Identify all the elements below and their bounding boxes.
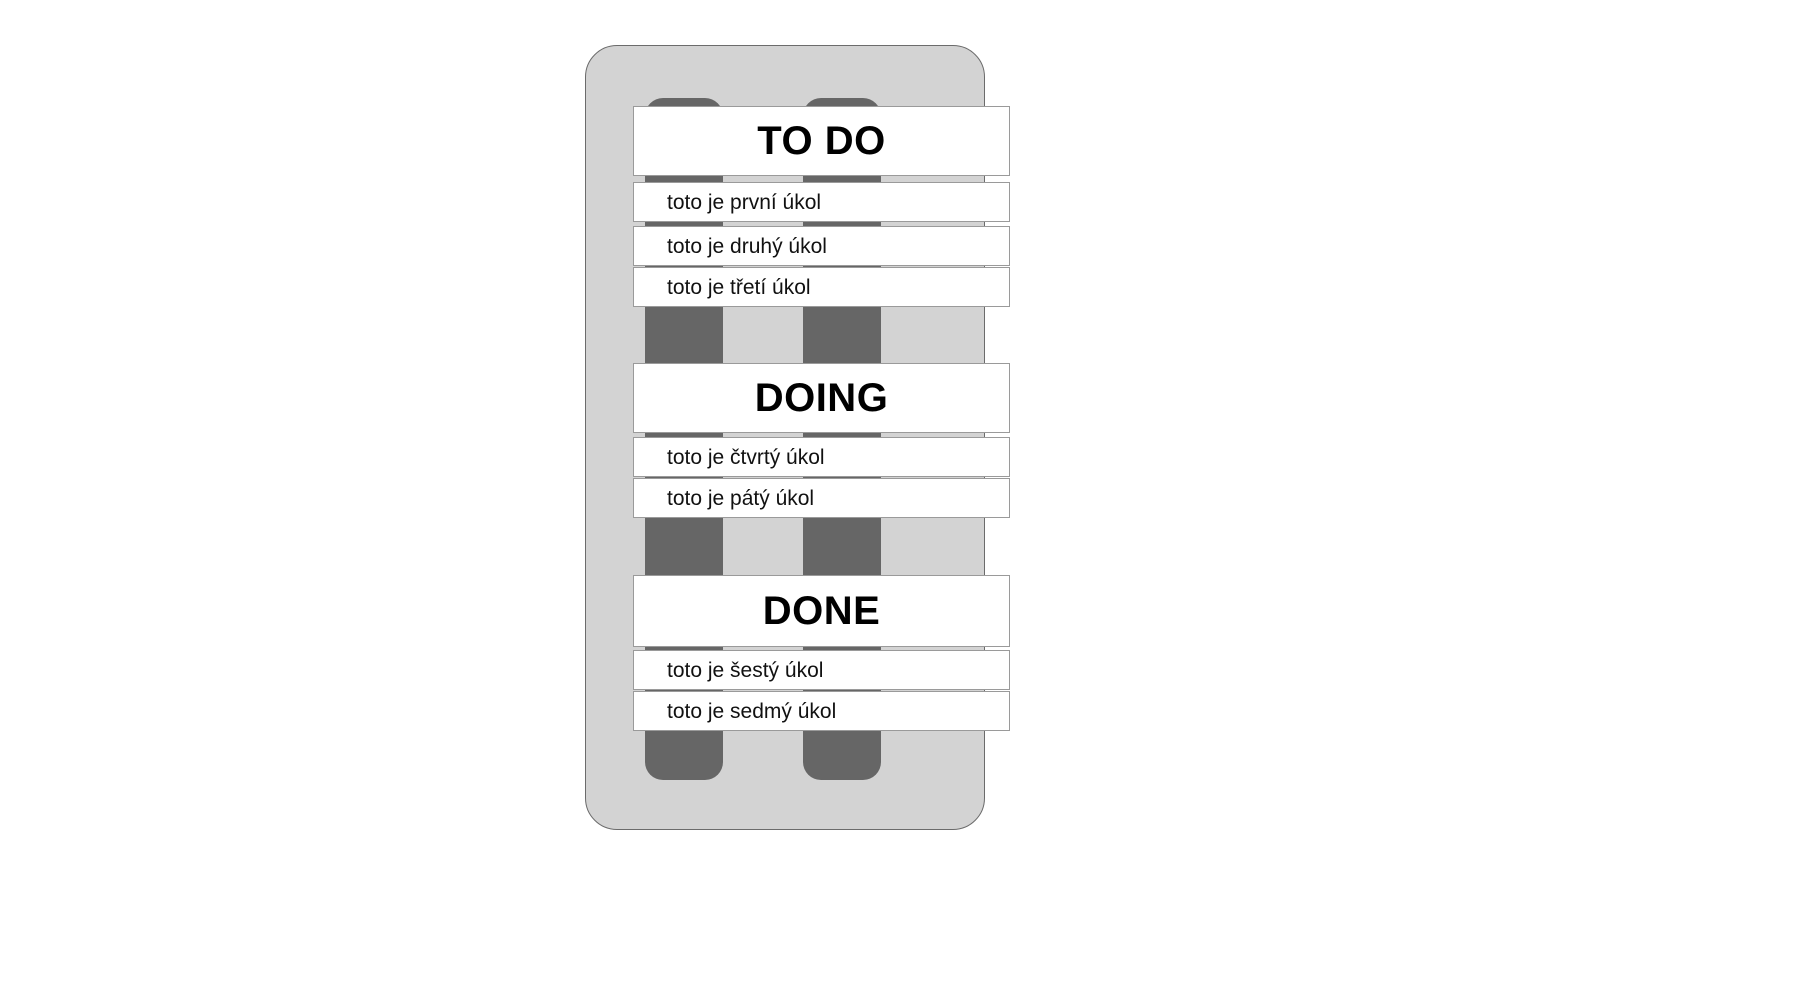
task-label: toto je třetí úkol [667, 275, 811, 299]
canvas: TO DO toto je první úkol toto je druhý ú… [0, 0, 1795, 1000]
task-card[interactable]: toto je čtvrtý úkol [633, 437, 1010, 477]
section-title-label: DOING [754, 376, 889, 420]
task-card[interactable]: toto je sedmý úkol [633, 691, 1010, 731]
task-card[interactable]: toto je první úkol [633, 182, 1010, 222]
task-card[interactable]: toto je pátý úkol [633, 478, 1010, 518]
task-card[interactable]: toto je druhý úkol [633, 226, 1010, 266]
task-label: toto je sedmý úkol [667, 699, 837, 723]
task-label: toto je pátý úkol [667, 486, 815, 510]
section-title-label: TO DO [757, 119, 886, 163]
task-card[interactable]: toto je třetí úkol [633, 267, 1010, 307]
section-header-done[interactable]: DONE [633, 575, 1010, 647]
section-title-label: DONE [762, 589, 881, 633]
task-card[interactable]: toto je šestý úkol [633, 650, 1010, 690]
task-label: toto je první úkol [667, 190, 822, 214]
section-header-doing[interactable]: DOING [633, 363, 1010, 433]
task-label: toto je čtvrtý úkol [667, 445, 825, 469]
section-header-to-do[interactable]: TO DO [633, 106, 1010, 176]
task-label: toto je druhý úkol [667, 234, 827, 258]
task-label: toto je šestý úkol [667, 658, 824, 682]
